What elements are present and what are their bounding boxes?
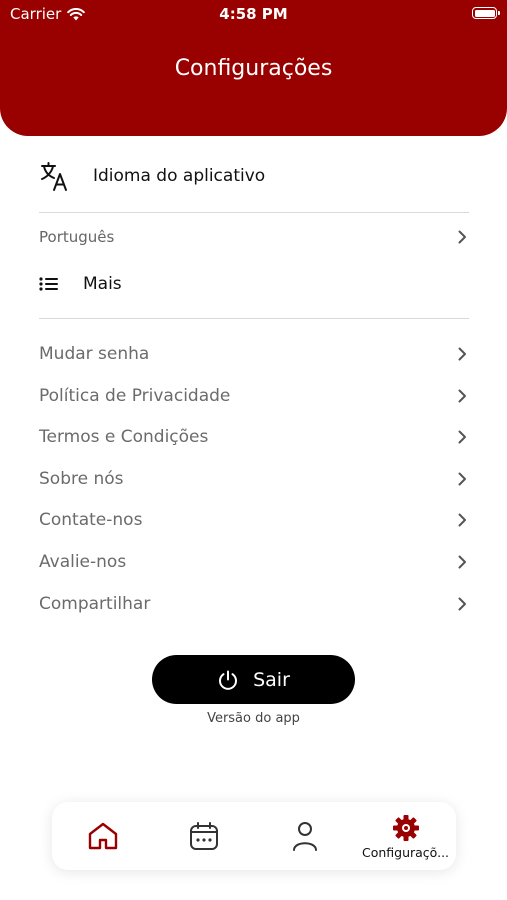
power-icon: [219, 670, 238, 690]
chevron-right-icon: [458, 513, 466, 527]
logout-label: Sair: [253, 668, 290, 691]
menu-item-rate-us[interactable]: Avalie-nos: [39, 545, 469, 579]
tab-profile[interactable]: [254, 802, 355, 870]
menu-item-label: Contate-nos: [39, 510, 143, 530]
translate-icon: [41, 162, 67, 191]
menu-item-label: Mudar senha: [39, 344, 150, 364]
tab-home[interactable]: [52, 802, 153, 870]
tab-calendar[interactable]: [153, 802, 254, 870]
page-title: Configurações: [174, 56, 333, 81]
menu-item-privacy-policy[interactable]: Política de Privacidade: [39, 379, 469, 413]
language-value: Português: [39, 228, 115, 246]
menu-item-about-us[interactable]: Sobre nós: [39, 462, 469, 496]
menu-item-change-password[interactable]: Mudar senha: [39, 337, 469, 371]
menu-item-terms[interactable]: Termos e Condições: [39, 420, 469, 454]
menu-item-label: Sobre nós: [39, 469, 124, 489]
chevron-right-icon: [458, 230, 466, 244]
gear-icon: [392, 814, 419, 841]
language-section-header: Idioma do aplicativo: [39, 158, 469, 194]
language-selector[interactable]: Português: [39, 220, 469, 254]
tab-settings[interactable]: Configuraçõ...: [355, 802, 456, 870]
more-section-header: Mais: [39, 270, 122, 298]
bottom-tab-bar: Configuraçõ...: [52, 802, 456, 870]
app-version-label: Versão do app: [207, 711, 300, 726]
menu-item-label: Compartilhar: [39, 594, 151, 614]
chevron-right-icon: [458, 430, 466, 444]
header: Carrier 4:58 PM Configurações: [0, 0, 507, 136]
divider: [39, 318, 469, 319]
chevron-right-icon: [458, 597, 466, 611]
chevron-right-icon: [458, 389, 466, 403]
chevron-right-icon: [458, 347, 466, 361]
status-bar: Carrier 4:58 PM: [0, 0, 507, 28]
menu-item-label: Termos e Condições: [39, 427, 209, 447]
battery-icon: [472, 7, 500, 19]
menu-item-label: Política de Privacidade: [39, 386, 231, 406]
more-section-label: Mais: [83, 274, 122, 294]
menu-item-share[interactable]: Compartilhar: [39, 587, 469, 621]
home-icon: [88, 822, 117, 850]
list-icon: [39, 277, 58, 291]
chevron-right-icon: [458, 555, 466, 569]
calendar-icon: [189, 822, 218, 850]
logout-button[interactable]: Sair: [152, 655, 355, 704]
user-icon: [292, 822, 317, 851]
language-section-label: Idioma do aplicativo: [93, 166, 266, 186]
status-time: 4:58 PM: [219, 5, 288, 23]
tab-settings-label: Configuraçõ...: [361, 844, 450, 860]
divider: [39, 212, 469, 213]
chevron-right-icon: [458, 472, 466, 486]
menu-item-label: Avalie-nos: [39, 552, 127, 572]
menu-item-contact-us[interactable]: Contate-nos: [39, 503, 469, 537]
